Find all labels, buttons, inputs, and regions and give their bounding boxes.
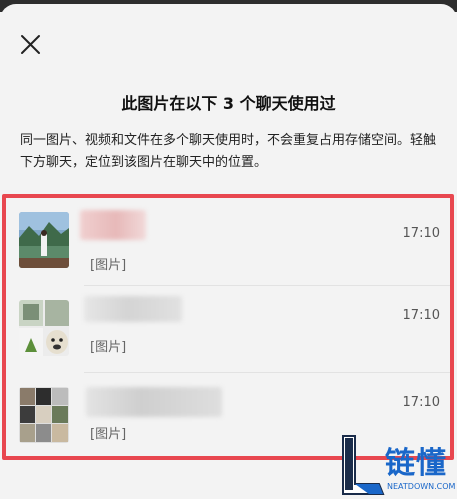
watermark-url: NEATDOWN.COM [387, 482, 456, 491]
page-title: 此图片在以下 3 个聊天使用过 [121, 94, 336, 113]
chat-name-redacted [80, 210, 146, 240]
chat-time: 17:10 [402, 308, 440, 323]
watermark-name: 链懂 [385, 446, 447, 481]
watermark-logo-icon [342, 435, 385, 495]
chat-name-redacted [86, 387, 222, 417]
page-description: 同一图片、视频和文件在多个聊天使用时，不会重复占用存储空间。轻触下方聊天，定位到… [20, 133, 437, 170]
image-usage-sheet: 此图片在以下 3 个聊天使用过 同一图片、视频和文件在多个聊天使用时，不会重复占… [0, 4, 457, 499]
close-icon [21, 35, 40, 54]
chat-list: 17:10 [图片] 17:10 [图片] 17:10 [图片] [2, 194, 454, 460]
chat-avatar [19, 300, 69, 356]
chat-avatar [19, 212, 69, 268]
close-button[interactable] [14, 28, 48, 62]
chat-list-item[interactable]: 17:10 [图片] [6, 286, 450, 372]
chat-name-redacted [84, 296, 182, 322]
chat-preview: [图片] [90, 258, 127, 273]
watermark: 链懂 NEATDOWN.COM [339, 430, 457, 499]
chat-time: 17:10 [402, 226, 440, 241]
chat-time: 17:10 [402, 395, 440, 410]
chat-preview: [图片] [90, 427, 127, 442]
chat-avatar [19, 387, 69, 443]
chat-preview: [图片] [90, 340, 127, 355]
chat-list-item[interactable]: 17:10 [图片] [6, 198, 450, 284]
